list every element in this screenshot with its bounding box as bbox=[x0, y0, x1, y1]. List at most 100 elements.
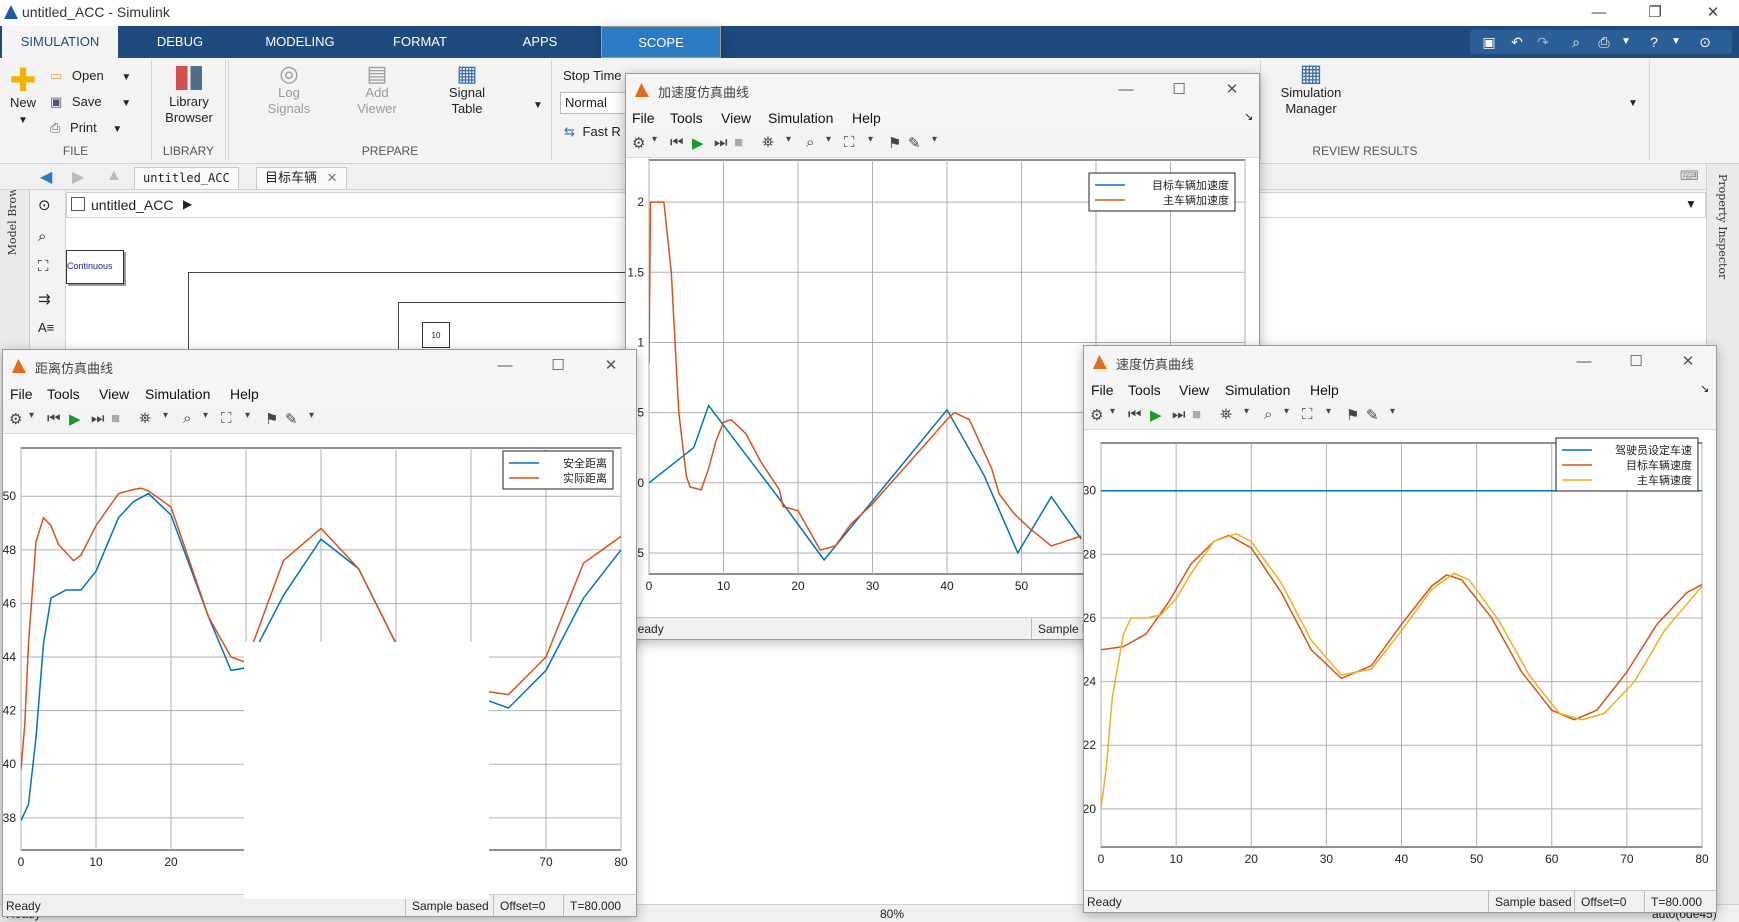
dock-icon[interactable]: ↘ bbox=[1700, 382, 1709, 395]
step-back-icon[interactable]: ⏮ bbox=[670, 134, 690, 154]
step-back-icon[interactable]: ⏮ bbox=[47, 410, 67, 430]
chevron-down-icon[interactable]: ▾ bbox=[203, 410, 223, 430]
library-browser-button[interactable]: Library Browser bbox=[158, 66, 220, 126]
zoom-icon[interactable]: ⌕ bbox=[183, 410, 203, 430]
constant-block[interactable]: 10 bbox=[422, 322, 450, 348]
menu-file[interactable]: File bbox=[1091, 382, 1114, 398]
continuous-block[interactable]: Continuous bbox=[66, 250, 124, 284]
run-icon[interactable]: ▶ bbox=[69, 410, 89, 430]
open-button[interactable]: ▭ Open ▼ bbox=[50, 68, 131, 86]
tab-scope[interactable]: SCOPE bbox=[601, 26, 721, 58]
minimize-button[interactable]: — bbox=[1564, 352, 1604, 372]
chevron-down-icon[interactable]: ▾ bbox=[1284, 406, 1304, 426]
menu-view[interactable]: View bbox=[1179, 382, 1209, 398]
minimize-button[interactable]: — bbox=[485, 356, 525, 376]
chevron-down-icon[interactable]: ▾ bbox=[163, 410, 183, 430]
settings-icon[interactable]: ⚙ bbox=[9, 410, 29, 430]
print-button[interactable]: ⎙ Print ▼ bbox=[50, 120, 122, 138]
chevron-down-icon[interactable]: ▼ bbox=[1615, 32, 1637, 52]
hide-show-icon[interactable]: ⊙ bbox=[38, 196, 51, 214]
menu-help[interactable]: Help bbox=[852, 110, 881, 126]
chevron-down-icon[interactable]: ▾ bbox=[245, 410, 265, 430]
measurements-icon[interactable]: ✎ bbox=[285, 410, 305, 430]
chevron-down-icon[interactable]: ▾ bbox=[826, 134, 846, 154]
close-icon[interactable]: ✕ bbox=[327, 170, 338, 185]
back-icon[interactable]: ◀ bbox=[40, 167, 52, 187]
settings-icon[interactable]: ⚙ bbox=[1090, 406, 1110, 426]
menu-help[interactable]: Help bbox=[1310, 382, 1339, 398]
search-icon[interactable]: ⌕ bbox=[1565, 32, 1587, 52]
fast-restart-button[interactable]: ⇆ Fast R bbox=[564, 124, 621, 140]
add-viewer-button[interactable]: ▤ Add Viewer bbox=[347, 63, 407, 117]
zoom-icon[interactable]: ⌕ bbox=[806, 134, 826, 154]
stop-icon[interactable]: ■ bbox=[734, 134, 754, 154]
save-button[interactable]: ▣ Save ▼ bbox=[50, 94, 131, 112]
menu-file[interactable]: File bbox=[10, 386, 33, 402]
chevron-down-icon[interactable]: ▾ bbox=[29, 410, 49, 430]
forward-icon[interactable]: ▶ bbox=[72, 167, 84, 187]
step-forward-icon[interactable]: ⏭ bbox=[91, 410, 111, 430]
tab-modeling[interactable]: MODELING bbox=[240, 26, 360, 58]
chevron-down-icon[interactable]: ▾ bbox=[1110, 406, 1130, 426]
minimize-button[interactable]: — bbox=[1576, 3, 1622, 23]
step-back-icon[interactable]: ⏮ bbox=[1128, 406, 1148, 426]
chevron-down-icon[interactable]: ▼ bbox=[533, 100, 543, 111]
up-icon[interactable]: ▲ bbox=[106, 167, 122, 185]
print-icon[interactable]: ⎙ bbox=[1593, 32, 1615, 52]
new-button[interactable]: ✚ New ▼ bbox=[6, 64, 40, 129]
menu-view[interactable]: View bbox=[99, 386, 129, 402]
menu-view[interactable]: View bbox=[721, 110, 751, 126]
close-button[interactable]: ✕ bbox=[1690, 3, 1736, 23]
settings-icon[interactable]: ⚙ bbox=[632, 134, 652, 154]
chevron-down-icon[interactable]: ▾ bbox=[932, 134, 952, 154]
log-signals-button[interactable]: ◎ Log Signals bbox=[259, 63, 319, 117]
menu-help[interactable]: Help bbox=[230, 386, 259, 402]
close-button[interactable]: ✕ bbox=[1212, 80, 1252, 100]
chevron-down-icon[interactable]: ▾ bbox=[1244, 406, 1264, 426]
signal-table-button[interactable]: ▦ Signal Table bbox=[435, 63, 499, 117]
menu-tools[interactable]: Tools bbox=[47, 386, 80, 402]
run-icon[interactable]: ▶ bbox=[692, 134, 712, 154]
close-button[interactable]: ✕ bbox=[1668, 352, 1708, 372]
simulation-manager-button[interactable]: ▦ Simulation Manager bbox=[1271, 62, 1351, 117]
chevron-down-icon[interactable]: ▼ bbox=[1665, 32, 1687, 52]
triggers-icon[interactable]: ⚑ bbox=[1346, 406, 1366, 426]
run-icon[interactable]: ▶ bbox=[1150, 406, 1170, 426]
property-inspector-label[interactable]: Property Inspector bbox=[1716, 174, 1729, 279]
step-forward-icon[interactable]: ⏭ bbox=[714, 134, 734, 154]
menu-simulation[interactable]: Simulation bbox=[768, 110, 833, 126]
menu-simulation[interactable]: Simulation bbox=[1225, 382, 1290, 398]
chevron-down-icon[interactable]: ▾ bbox=[1390, 406, 1410, 426]
measurements-icon[interactable]: ✎ bbox=[1366, 406, 1386, 426]
arrows-icon[interactable]: ⇉ bbox=[38, 290, 51, 308]
autoscale-icon[interactable]: ⛶ bbox=[844, 134, 864, 154]
close-button[interactable]: ✕ bbox=[591, 356, 631, 376]
tab-debug[interactable]: DEBUG bbox=[120, 26, 240, 58]
chevron-down-icon[interactable]: ▾ bbox=[786, 134, 806, 154]
menu-file[interactable]: File bbox=[632, 110, 655, 126]
minimize-button[interactable]: — bbox=[1106, 80, 1146, 100]
dock-icon[interactable]: ↘ bbox=[1244, 110, 1253, 123]
chevron-down-icon[interactable]: ▼ bbox=[1628, 98, 1638, 109]
autoscale-icon[interactable]: ⛶ bbox=[221, 410, 241, 430]
undo-icon[interactable]: ↶ bbox=[1506, 32, 1528, 52]
maximize-button[interactable]: ☐ bbox=[1159, 80, 1199, 100]
chevron-down-icon[interactable]: ▾ bbox=[652, 134, 672, 154]
menu-simulation[interactable]: Simulation bbox=[145, 386, 210, 402]
help-icon[interactable]: ? bbox=[1643, 32, 1665, 52]
tab-simulation[interactable]: SIMULATION bbox=[2, 26, 118, 58]
highlight-icon[interactable]: ⛯ bbox=[139, 410, 159, 430]
maximize-button[interactable]: ☐ bbox=[1616, 352, 1656, 372]
triggers-icon[interactable]: ⚑ bbox=[888, 134, 908, 154]
measurements-icon[interactable]: ✎ bbox=[908, 134, 928, 154]
step-forward-icon[interactable]: ⏭ bbox=[1172, 406, 1192, 426]
menu-tools[interactable]: Tools bbox=[670, 110, 703, 126]
tab-apps[interactable]: APPS bbox=[480, 26, 600, 58]
chevron-down-icon[interactable]: ▾ bbox=[1326, 406, 1346, 426]
annotation-icon[interactable]: A≡ bbox=[38, 320, 54, 335]
stop-icon[interactable]: ■ bbox=[111, 410, 131, 430]
triggers-icon[interactable]: ⚑ bbox=[265, 410, 285, 430]
fit-to-view-icon[interactable]: ⛶ bbox=[38, 258, 49, 275]
plot-area[interactable]: 0 10 20 30 40 50 60 70 80 20 22 24 26 28 30 驾驶员设定车速目标车辆… bbox=[1084, 430, 1716, 892]
highlight-icon[interactable]: ⛯ bbox=[1220, 406, 1240, 426]
